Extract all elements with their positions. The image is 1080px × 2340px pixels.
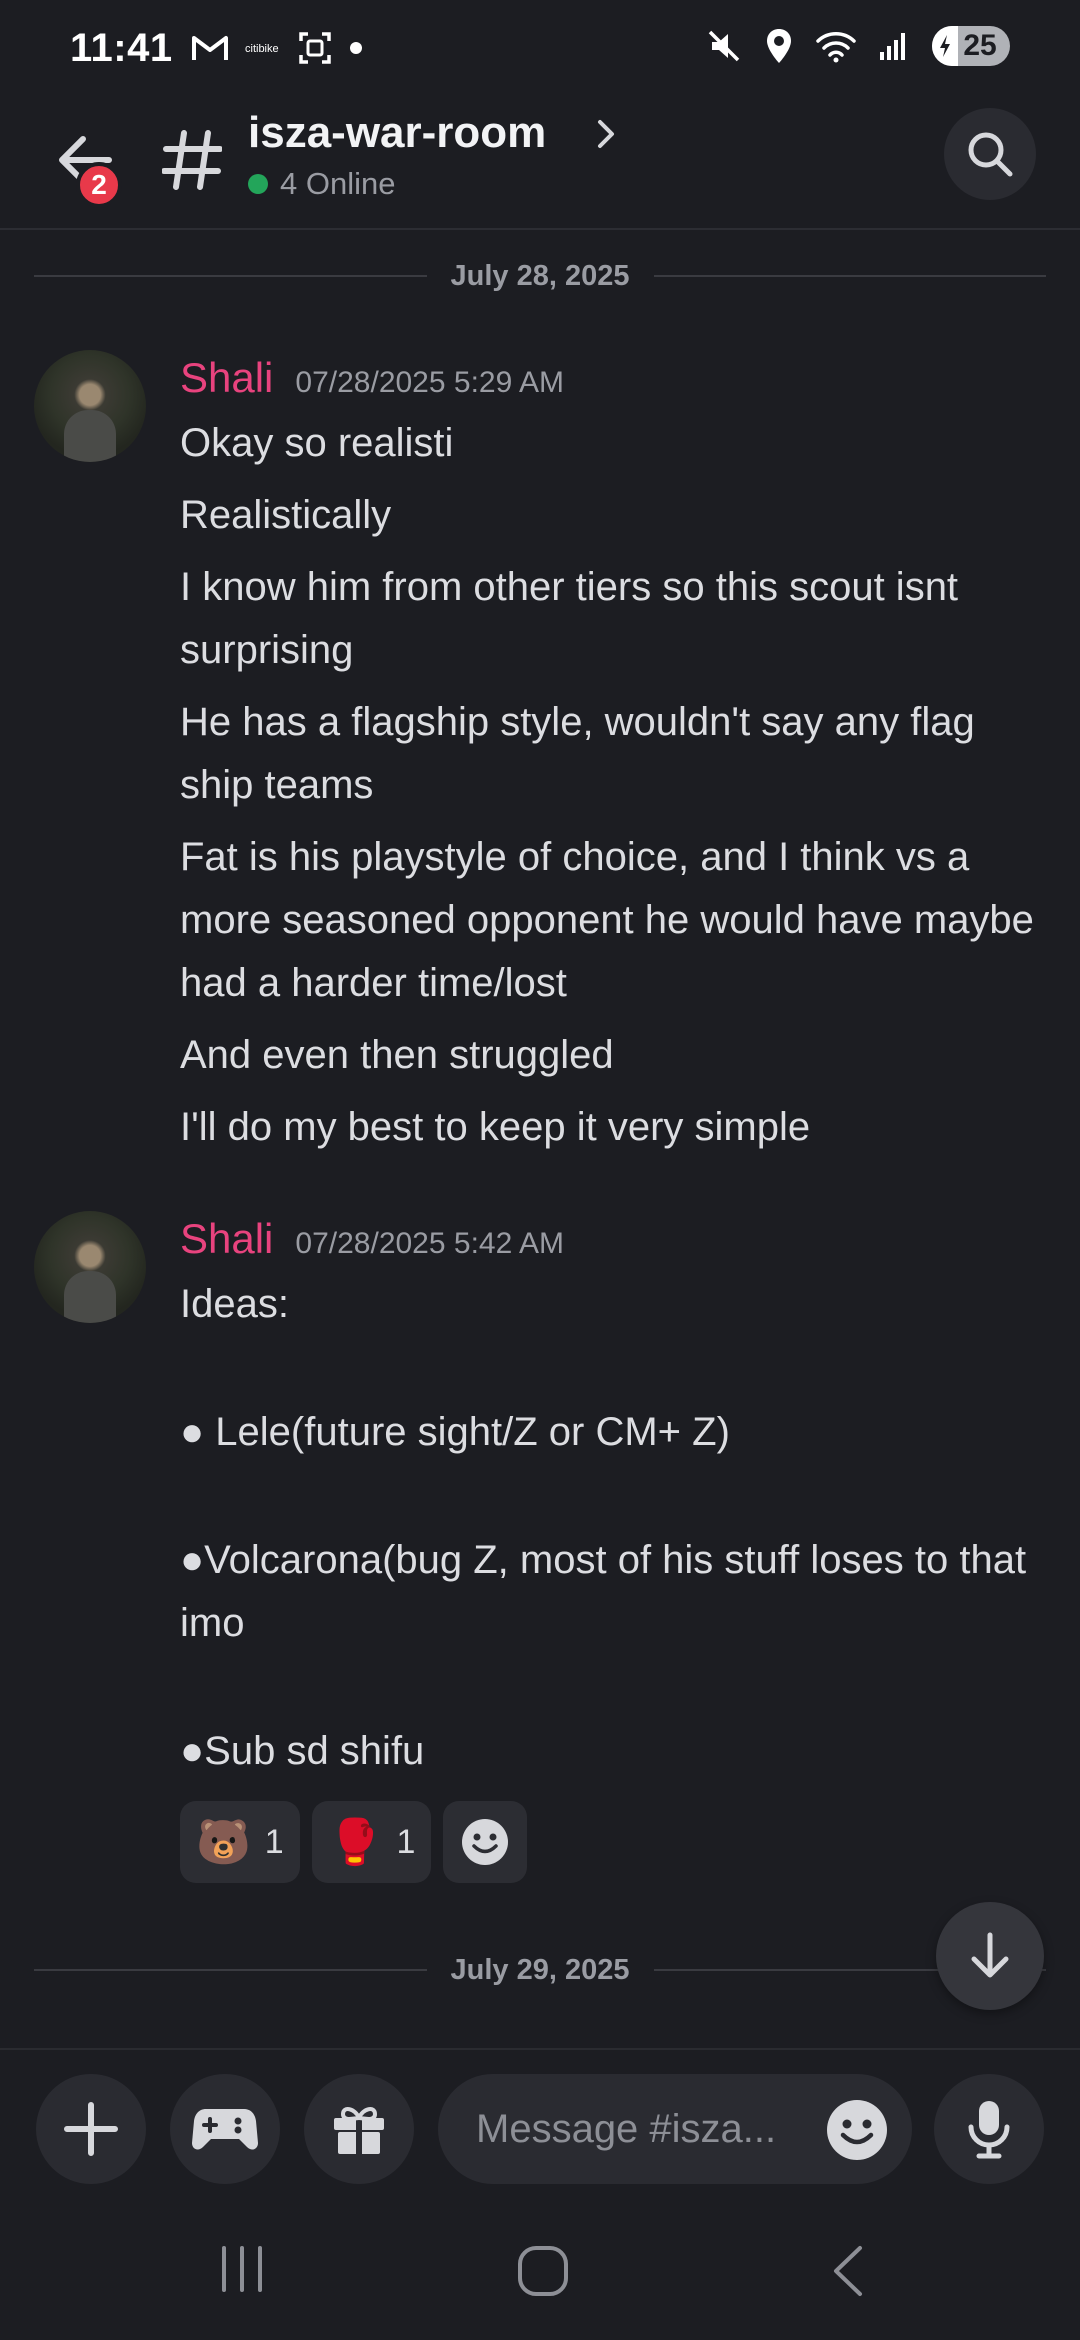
message-text[interactable]: And even then struggled: [180, 1024, 1046, 1087]
channel-name[interactable]: isza-war-room: [248, 108, 546, 158]
divider-line: [34, 1969, 427, 1971]
gift-icon: [334, 2107, 384, 2154]
signal-icon: [878, 30, 910, 62]
message-timestamp: 07/28/2025 5:29 AM: [295, 366, 564, 399]
date-divider: July 29, 2025: [34, 1950, 1047, 1990]
microphone-icon: [968, 2101, 1010, 2159]
home-button[interactable]: [516, 2244, 570, 2303]
gmail-icon: [191, 33, 229, 63]
status-left-icons: citibike: [191, 30, 363, 66]
channel-header: 2 isza-war-room 4 Online: [0, 96, 1080, 230]
message-text[interactable]: I know him from other tiers so this scou…: [180, 556, 1046, 682]
charging-icon: [932, 26, 958, 66]
home-icon: [518, 2246, 568, 2296]
divider-line: [34, 275, 427, 277]
author-name[interactable]: Shali: [180, 354, 273, 402]
recent-apps-icon: [222, 2246, 262, 2292]
message-text[interactable]: Okay so realisti: [180, 412, 1046, 475]
status-right-icons: 25: [706, 26, 1010, 66]
message-text[interactable]: ●Volcarona(bug Z, most of his stuff lose…: [180, 1529, 1046, 1655]
svg-text:citibike: citibike: [245, 43, 279, 55]
avatar[interactable]: [34, 350, 146, 462]
message-text[interactable]: Fat is his playstyle of choice, and I th…: [180, 826, 1046, 1015]
message-timestamp: 07/28/2025 5:42 AM: [295, 1227, 564, 1260]
activities-button[interactable]: [170, 2074, 280, 2184]
recent-apps-button[interactable]: [218, 2244, 268, 2299]
gamepad-icon: [192, 2109, 258, 2150]
date-label: July 28, 2025: [450, 259, 630, 292]
hash-icon: [158, 120, 226, 200]
message-text[interactable]: ● Lele(future sight/Z or CM+ Z): [180, 1401, 1046, 1464]
reaction-count: 1: [396, 1822, 416, 1861]
chevron-left-icon: [834, 2246, 862, 2296]
jump-to-bottom-button[interactable]: [936, 1902, 1044, 2010]
message-input[interactable]: Message #isza...: [438, 2074, 912, 2184]
reaction-count: 1: [264, 1822, 284, 1861]
status-bar: 11:41 citibike 25: [0, 0, 1080, 96]
message-text[interactable]: ●Sub sd shifu: [180, 1720, 1046, 1783]
reaction-bar: 🐻 1 🥊 1: [180, 1801, 1046, 1883]
message-body: Shali 07/28/2025 5:42 AM Ideas: ● Lele(f…: [180, 1211, 1046, 1883]
screenshot-icon: [297, 30, 333, 66]
author-name[interactable]: Shali: [180, 1215, 273, 1263]
online-count: 4 Online: [280, 166, 396, 201]
mute-icon: [706, 28, 742, 64]
message-text[interactable]: Ideas:: [180, 1273, 1046, 1336]
message-header: Shali 07/28/2025 5:29 AM: [180, 350, 1046, 412]
dot-icon: [349, 41, 363, 55]
voice-message-button[interactable]: [934, 2074, 1044, 2184]
message-body: Shali 07/28/2025 5:29 AM Okay so realist…: [180, 350, 1046, 1168]
battery-indicator: 25: [932, 26, 1010, 66]
search-icon: [968, 132, 1013, 177]
reaction-bear[interactable]: 🐻 1: [180, 1801, 300, 1883]
arrow-down-icon: [971, 1932, 1009, 1978]
emoji-button[interactable]: [826, 2099, 888, 2166]
attach-button[interactable]: [36, 2074, 146, 2184]
online-status: 4 Online: [248, 166, 395, 202]
message-text[interactable]: Realistically: [180, 484, 1046, 547]
chevron-right-icon[interactable]: [594, 114, 618, 159]
reaction-boxing-glove[interactable]: 🥊 1: [311, 1801, 432, 1883]
wifi-icon: [816, 29, 856, 63]
message-placeholder: Message #isza...: [476, 2106, 777, 2151]
message-text[interactable]: He has a flagship style, wouldn't say an…: [180, 691, 1046, 817]
search-button[interactable]: [944, 108, 1036, 200]
online-dot-icon: [248, 174, 268, 194]
add-reaction-button[interactable]: [443, 1801, 528, 1883]
citibike-icon: citibike: [245, 38, 281, 58]
date-divider: July 28, 2025: [34, 256, 1047, 296]
bear-emoji: 🐻: [196, 1818, 251, 1867]
unread-badge: 2: [76, 162, 122, 208]
plus-icon: [64, 2102, 118, 2156]
smiley-icon: [462, 1819, 509, 1865]
status-time: 11:41: [70, 25, 173, 70]
date-label: July 29, 2025: [450, 1953, 630, 1986]
gift-button[interactable]: [304, 2074, 414, 2184]
divider-line: [653, 275, 1047, 277]
message-text[interactable]: I'll do my best to keep it very simple: [180, 1096, 1046, 1159]
system-nav-bar: [0, 2210, 1080, 2340]
system-back-button[interactable]: [828, 2244, 868, 2303]
boxing-glove-emoji: 🥊: [327, 1818, 383, 1867]
location-icon: [764, 27, 794, 65]
smiley-icon: [827, 2100, 887, 2160]
message-header: Shali 07/28/2025 5:42 AM: [180, 1211, 1046, 1273]
battery-level: 25: [963, 29, 997, 62]
avatar[interactable]: [34, 1211, 146, 1323]
